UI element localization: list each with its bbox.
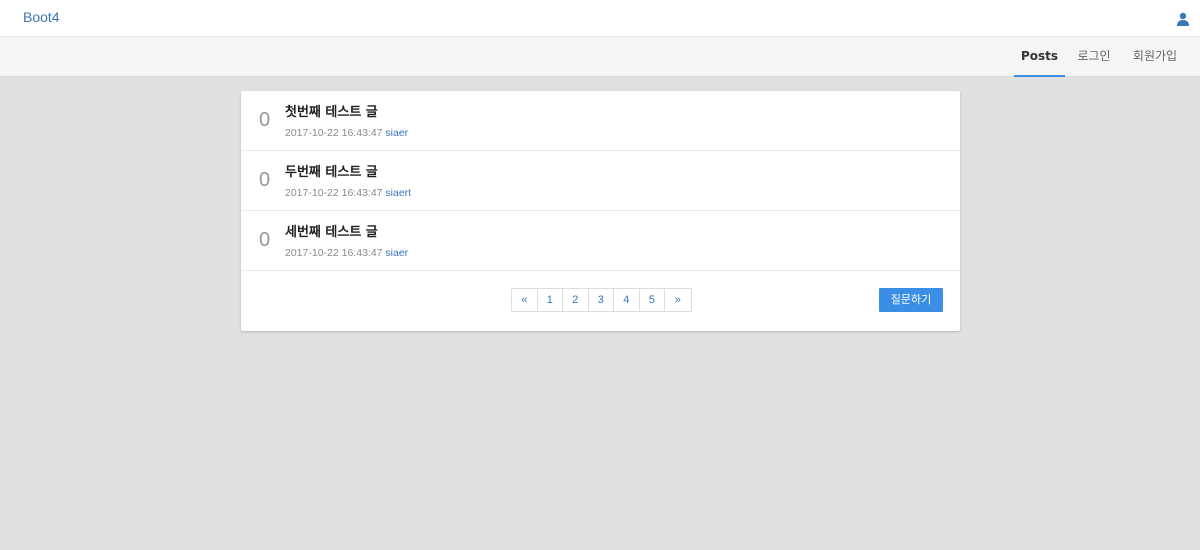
page-4-button[interactable]: 4 — [614, 289, 640, 311]
list-item: 0 두번째 테스트 글 2017-10-22 16:43:47 siaert — [241, 151, 960, 211]
page-3-button[interactable]: 3 — [589, 289, 614, 311]
page-2-button[interactable]: 2 — [563, 289, 589, 311]
post-author-link[interactable]: siaert — [385, 187, 411, 199]
post-title-link[interactable]: 두번째 테스트 글 — [285, 161, 378, 180]
page-1-button[interactable]: 1 — [538, 289, 563, 311]
nav-item-login[interactable]: 로그인 — [1070, 37, 1118, 77]
page-next-button[interactable]: » — [665, 289, 691, 311]
post-date: 2017-10-22 16:43:47 — [285, 127, 383, 139]
sub-navigation: Posts 로그인 회원가입 — [0, 37, 1200, 77]
post-date: 2017-10-22 16:43:47 — [285, 187, 383, 199]
post-date: 2017-10-22 16:43:47 — [285, 247, 383, 259]
nav-item-posts[interactable]: Posts — [1014, 37, 1065, 77]
post-author-link[interactable]: siaer — [385, 127, 408, 139]
user-icon[interactable] — [1176, 11, 1190, 26]
ask-question-button[interactable]: 질문하기 — [879, 288, 943, 312]
nav-item-signup[interactable]: 회원가입 — [1126, 37, 1184, 77]
post-title-link[interactable]: 세번째 테스트 글 — [285, 221, 378, 240]
brand-link[interactable]: Boot4 — [23, 9, 60, 25]
answer-count: 0 — [259, 169, 271, 191]
post-meta: 2017-10-22 16:43:47 siaer — [285, 127, 408, 139]
pagination: « 1 2 3 4 5 » — [511, 288, 692, 312]
post-list-card: 0 첫번째 테스트 글 2017-10-22 16:43:47 siaer 0 … — [241, 91, 960, 331]
top-navbar: Boot4 — [0, 0, 1200, 37]
post-author-link[interactable]: siaer — [385, 247, 408, 259]
list-item: 0 첫번째 테스트 글 2017-10-22 16:43:47 siaer — [241, 91, 960, 151]
answer-count: 0 — [259, 109, 271, 131]
list-item: 0 세번째 테스트 글 2017-10-22 16:43:47 siaer — [241, 211, 960, 271]
page-prev-button[interactable]: « — [512, 289, 538, 311]
post-meta: 2017-10-22 16:43:47 siaer — [285, 247, 408, 259]
page-5-button[interactable]: 5 — [640, 289, 665, 311]
post-meta: 2017-10-22 16:43:47 siaert — [285, 187, 411, 199]
answer-count: 0 — [259, 229, 271, 251]
post-title-link[interactable]: 첫번째 테스트 글 — [285, 101, 378, 120]
